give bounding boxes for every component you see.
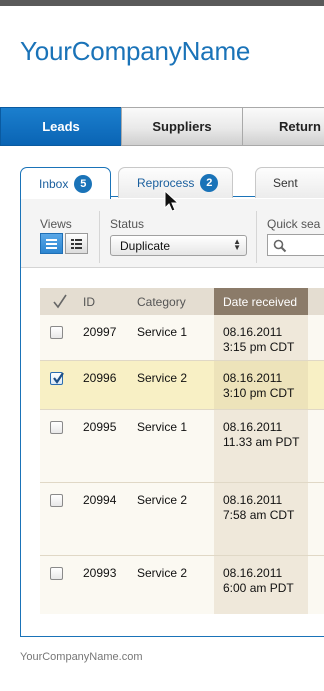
row-date: 08.16.2011 7:58 am CDT — [223, 493, 295, 522]
row-checkbox[interactable] — [50, 421, 63, 434]
quick-search-input[interactable] — [267, 234, 324, 256]
subtab-reprocess-label: Reprocess — [137, 176, 195, 190]
column-header-date-received[interactable]: Date received — [214, 288, 308, 315]
row-date: 08.16.2011 11.33 am PDT — [223, 420, 300, 449]
status-select-value: Duplicate — [120, 238, 171, 253]
detail-view-button[interactable] — [65, 233, 88, 254]
subtab-sent-label: Sent — [273, 176, 298, 190]
row-category: Service 2 — [137, 371, 188, 385]
main-navigation: Leads Suppliers Return — [0, 107, 324, 146]
list-icon — [46, 238, 57, 241]
row-date: 08.16.2011 3:15 pm CDT — [223, 325, 295, 354]
divider — [99, 211, 100, 263]
tab-return[interactable]: Return — [242, 107, 324, 146]
row-category: Service 1 — [137, 420, 188, 434]
row-id: 20997 — [83, 325, 117, 339]
list-view-button[interactable] — [40, 233, 63, 254]
detail-list-icon — [71, 238, 82, 241]
row-checkbox[interactable] — [50, 494, 63, 507]
row-id: 20994 — [83, 493, 117, 507]
subtab-inbox-label: Inbox — [39, 176, 69, 191]
table-row[interactable]: 20997 Service 1 08.16.2011 3:15 pm CDT — [40, 315, 324, 361]
table-row[interactable]: 20994 Service 2 08.16.2011 7:58 am CDT — [40, 483, 324, 556]
table-header: ID Category Date received — [40, 288, 324, 315]
divider — [256, 211, 257, 263]
row-category: Service 2 — [137, 566, 188, 580]
table-row[interactable]: 20996 Service 2 08.16.2011 3:10 pm CDT — [40, 361, 324, 410]
row-id: 20995 — [83, 420, 117, 434]
footer-link[interactable]: YourCompanyName.com — [20, 651, 142, 663]
top-bar — [0, 0, 324, 6]
row-id: 20993 — [83, 566, 117, 580]
quick-search-label: Quick sea — [267, 217, 321, 231]
tab-suppliers[interactable]: Suppliers — [121, 107, 243, 146]
select-arrows-icon: ▲ ▼ — [233, 237, 241, 252]
status-select[interactable]: Duplicate ▲ ▼ — [110, 235, 247, 256]
status-label: Status — [110, 217, 145, 231]
table-row[interactable]: 20995 Service 1 08.16.2011 11.33 am PDT — [40, 410, 324, 483]
checkmark-icon[interactable] — [52, 288, 68, 315]
row-checkbox[interactable] — [50, 372, 64, 385]
tab-leads[interactable]: Leads — [0, 107, 122, 146]
row-date: 08.16.2011 6:00 am PDT — [223, 566, 294, 595]
table-row[interactable]: 20993 Service 2 08.16.2011 6:00 am PDT — [40, 556, 324, 614]
row-checkbox[interactable] — [50, 326, 63, 339]
row-id: 20996 — [83, 371, 117, 385]
row-category: Service 2 — [137, 493, 188, 507]
row-date: 08.16.2011 3:10 pm CDT — [223, 371, 295, 400]
mouse-pointer-icon — [164, 190, 180, 212]
row-category: Service 1 — [137, 325, 188, 339]
company-logo[interactable]: YourCompanyName — [20, 36, 250, 67]
checkbox-checked-icon — [53, 372, 64, 384]
views-label: Views — [40, 217, 72, 231]
column-header-category[interactable]: Category — [137, 288, 186, 315]
row-checkbox[interactable] — [50, 567, 63, 580]
subtab-inbox[interactable]: Inbox 5 — [20, 167, 111, 199]
subtab-sent[interactable]: Sent — [255, 167, 324, 198]
column-header-id[interactable]: ID — [83, 288, 95, 315]
reprocess-count-badge: 2 — [200, 174, 219, 192]
search-icon — [273, 239, 287, 253]
inbox-count-badge: 5 — [74, 174, 93, 193]
